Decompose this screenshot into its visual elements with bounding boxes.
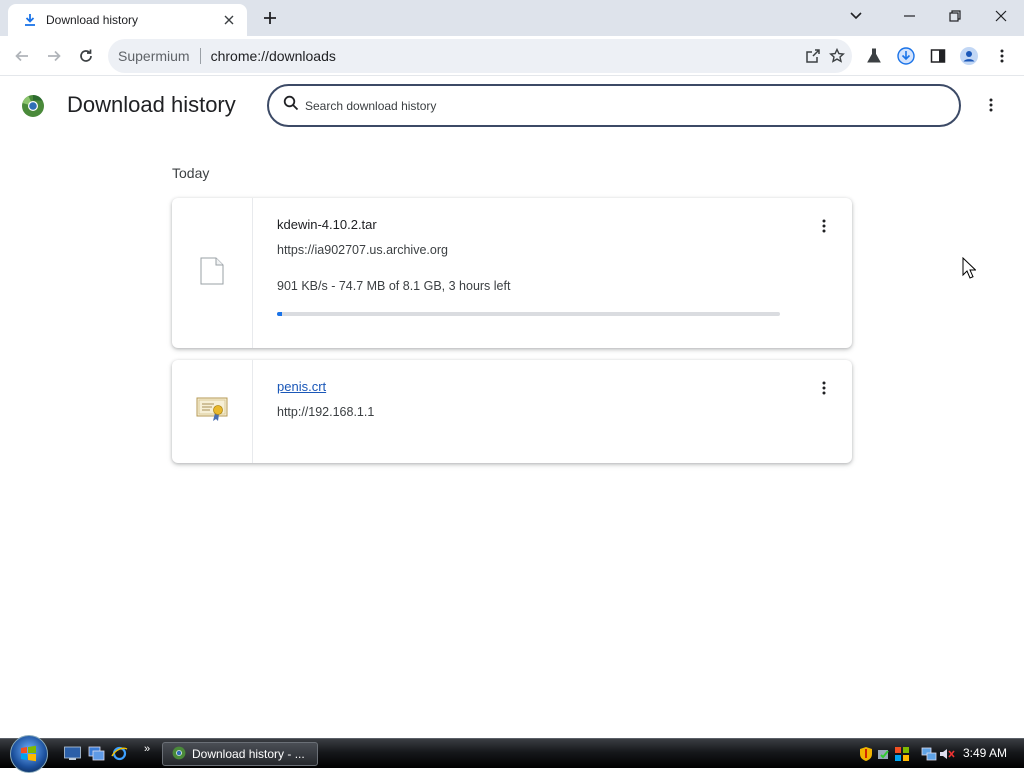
supermium-logo-icon	[21, 94, 45, 118]
close-window-button[interactable]	[978, 0, 1024, 32]
taskbar-window-label: Download history - ...	[192, 747, 305, 761]
supermium-taskbar-icon	[172, 746, 186, 763]
download-source-url[interactable]: https://ia902707.us.archive.org	[277, 243, 448, 257]
download-progress-fill	[277, 312, 282, 316]
downloads-more-actions-icon[interactable]	[981, 95, 1001, 115]
show-desktop-icon[interactable]	[64, 746, 81, 761]
download-source-url[interactable]: http://192.168.1.1	[277, 405, 374, 419]
search-icon	[283, 95, 299, 116]
browser-menu-icon[interactable]	[991, 45, 1013, 67]
download-more-actions-icon[interactable]	[814, 216, 834, 236]
taskbar-clock[interactable]: 3:49 AM	[963, 746, 1007, 760]
volume-muted-icon[interactable]	[939, 746, 955, 762]
download-item: kdewin-4.10.2.tar https://ia902707.us.ar…	[172, 198, 852, 348]
download-icon	[22, 12, 38, 28]
downloads-icon[interactable]	[895, 45, 917, 67]
windows-update-icon[interactable]	[894, 746, 910, 762]
network-icon[interactable]	[921, 746, 937, 762]
sync-check-icon[interactable]	[876, 746, 892, 762]
search-download-history-box[interactable]	[267, 84, 961, 127]
quick-launch-chevron-icon[interactable]: »	[144, 743, 150, 755]
side-panel-icon[interactable]	[927, 45, 949, 67]
download-progress-bar	[277, 312, 780, 316]
download-item-icon-column	[172, 360, 253, 463]
site-label: Supermium	[118, 48, 190, 64]
page-title: Download history	[67, 92, 236, 117]
tab-title: Download history	[46, 13, 139, 27]
certificate-icon	[196, 395, 228, 428]
labs-flask-icon[interactable]	[863, 45, 885, 67]
new-tab-button[interactable]	[258, 6, 282, 30]
tab-strip: Download history	[0, 0, 1024, 36]
share-icon[interactable]	[804, 47, 822, 65]
date-section-label: Today	[172, 165, 210, 181]
download-status-text: 901 KB/s - 74.7 MB of 8.1 GB, 3 hours le…	[277, 279, 511, 293]
address-bar[interactable]: Supermium chrome://downloads	[108, 39, 852, 73]
close-tab-icon[interactable]	[221, 12, 237, 28]
taskbar-button-download-history[interactable]: Download history - ...	[162, 742, 318, 766]
download-item-icon-column	[172, 198, 253, 348]
profile-avatar-icon[interactable]	[958, 45, 980, 67]
search-input[interactable]	[305, 98, 905, 113]
mouse-cursor-icon	[962, 256, 977, 284]
file-icon	[200, 257, 224, 290]
internet-explorer-icon[interactable]	[111, 746, 128, 761]
security-shield-icon[interactable]	[858, 746, 874, 762]
bookmark-star-icon[interactable]	[828, 47, 846, 65]
url-text[interactable]: chrome://downloads	[211, 48, 336, 64]
restore-button[interactable]	[932, 0, 978, 32]
download-file-link[interactable]: penis.crt	[277, 379, 326, 394]
browser-toolbar: Supermium chrome://downloads	[0, 36, 1024, 76]
minimize-button[interactable]	[886, 0, 932, 32]
reload-button[interactable]	[72, 42, 100, 70]
omnibox-divider	[199, 48, 201, 64]
download-file-name[interactable]: kdewin-4.10.2.tar	[277, 217, 377, 232]
start-button[interactable]	[10, 735, 48, 773]
back-button[interactable]	[8, 42, 36, 70]
windows-taskbar: » Download history - ... 3:49 AM	[0, 735, 1024, 773]
switch-windows-icon[interactable]	[88, 746, 105, 761]
download-more-actions-icon[interactable]	[814, 378, 834, 398]
tab-search-chevron-icon[interactable]	[833, 0, 879, 32]
tab-download-history[interactable]: Download history	[8, 4, 247, 36]
forward-button[interactable]	[40, 42, 68, 70]
download-item: penis.crt http://192.168.1.1	[172, 360, 852, 463]
